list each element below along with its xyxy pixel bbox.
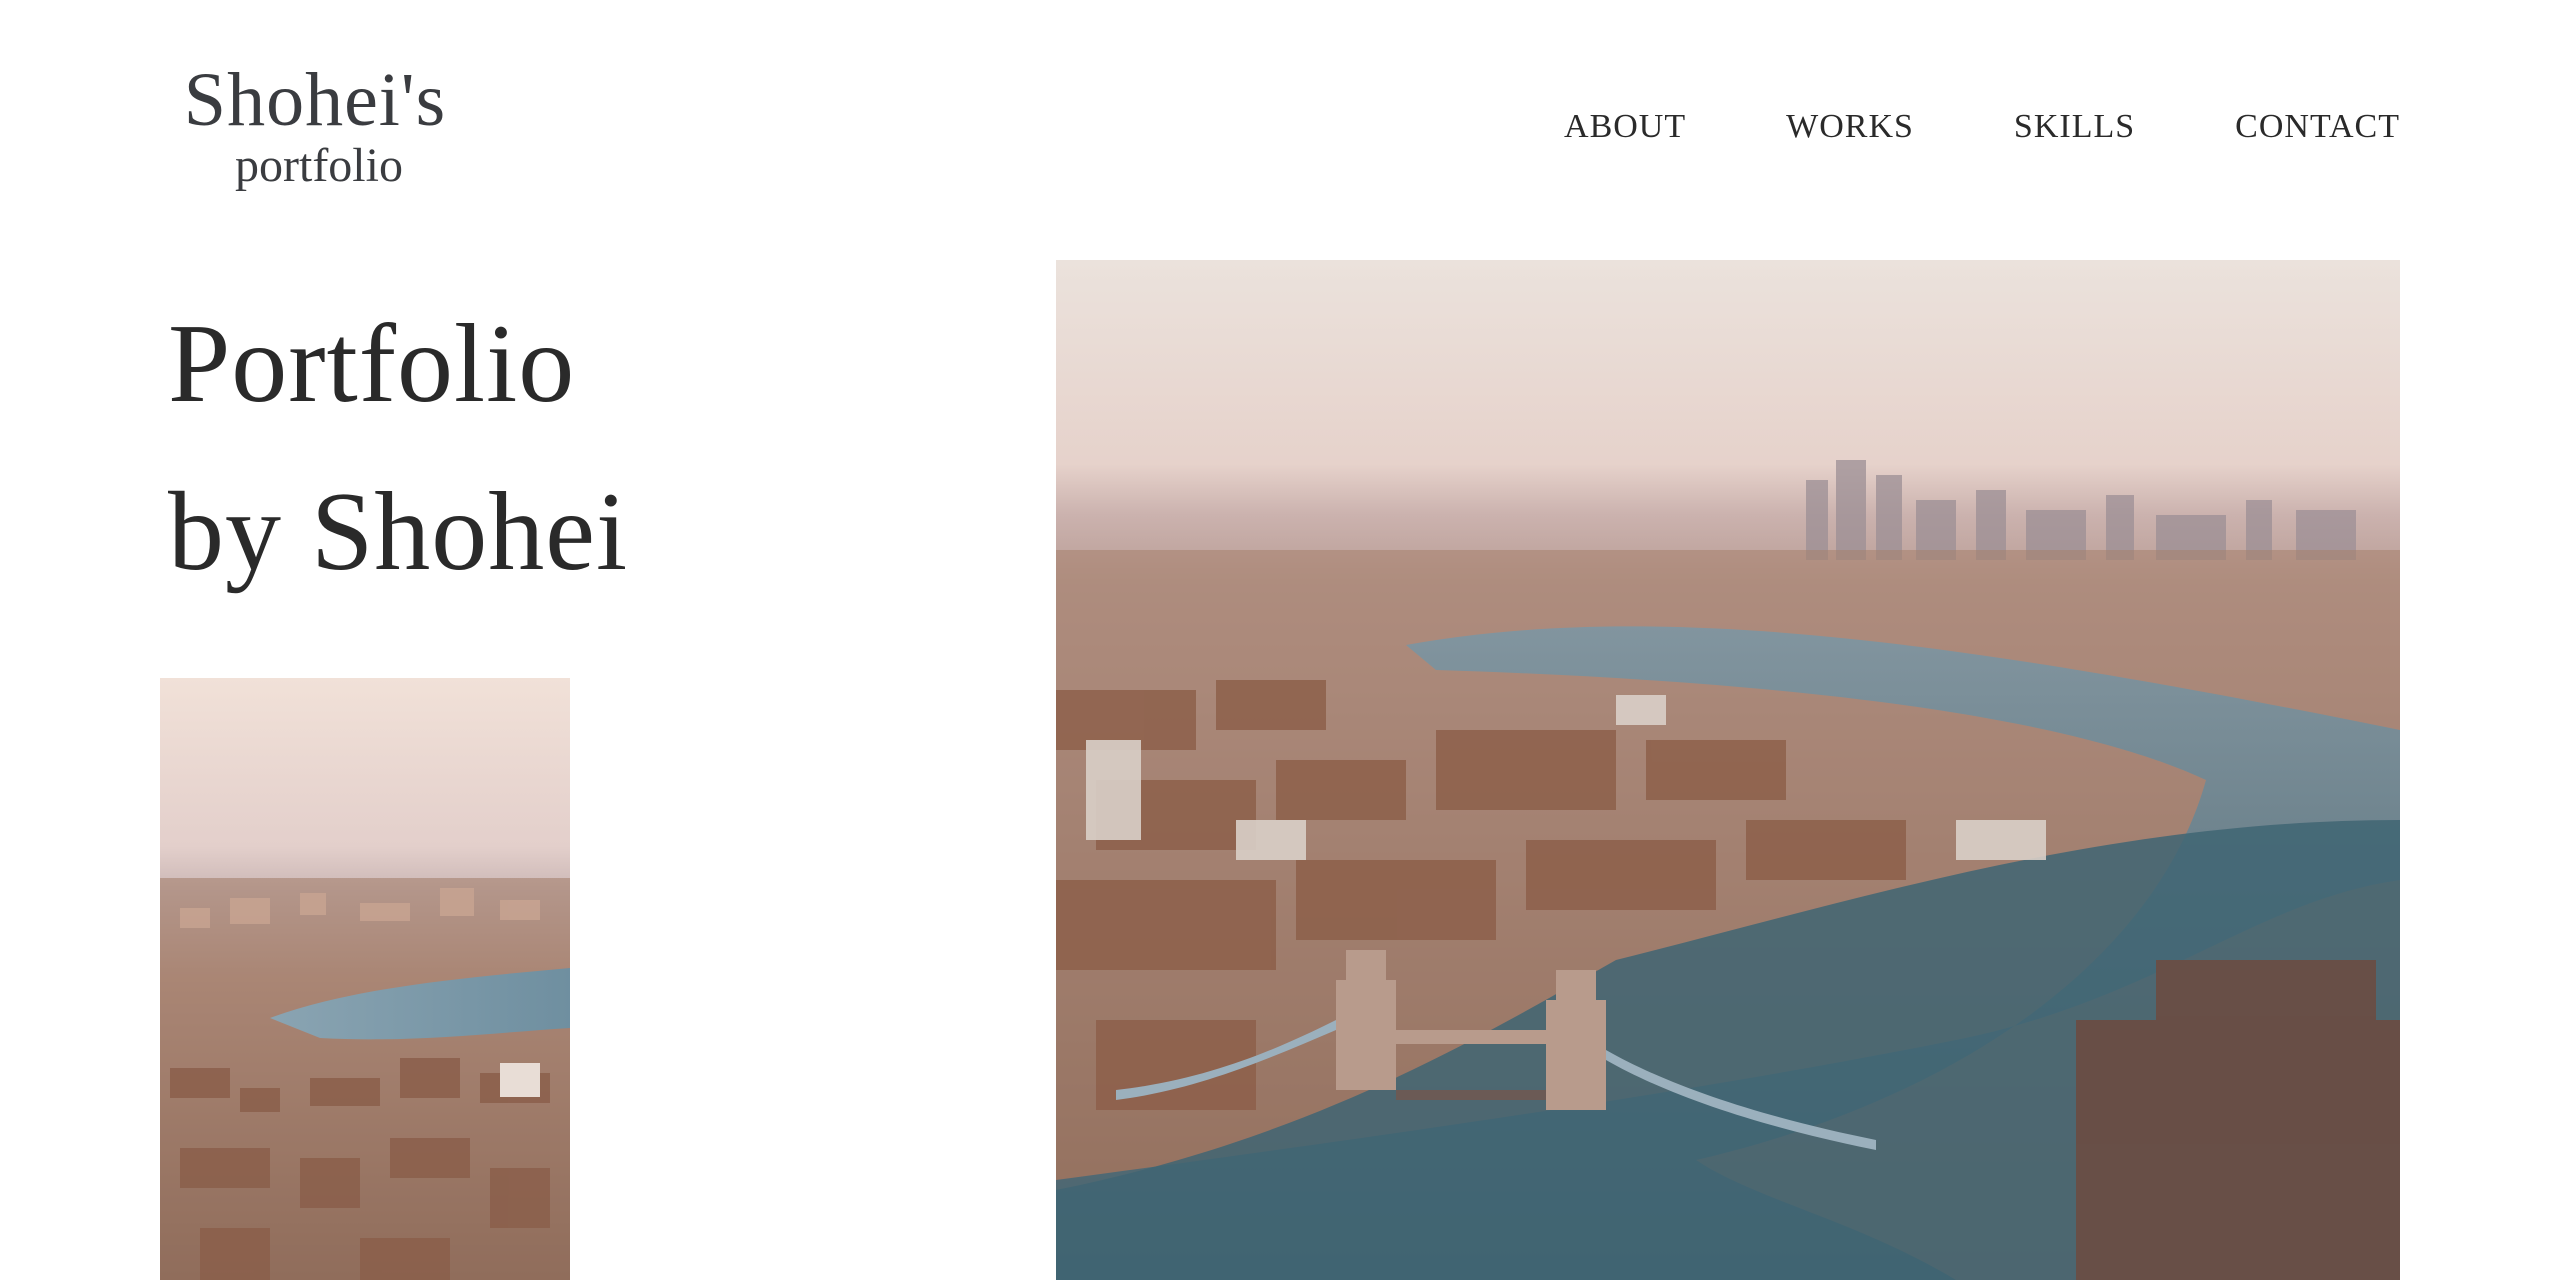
main-nav: ABOUT WORKS SKILLS CONTACT <box>1464 108 2400 146</box>
city-photo-large <box>1056 260 2400 1280</box>
hero-title-line-2: by Shohei <box>168 470 629 594</box>
hero-image-large <box>1056 260 2400 1280</box>
logo-subtitle: portfolio <box>235 139 403 192</box>
nav-contact[interactable]: CONTACT <box>2235 108 2400 146</box>
hero-title: Portfolio by Shohei <box>168 280 628 616</box>
nav-about[interactable]: ABOUT <box>1564 108 1686 146</box>
site-logo[interactable]: Shohei's portfolio <box>160 62 470 190</box>
city-photo-small <box>160 678 570 1280</box>
nav-skills[interactable]: SKILLS <box>2014 108 2135 146</box>
nav-works[interactable]: WORKS <box>1786 108 1914 146</box>
hero-image-small <box>160 678 570 1280</box>
logo-title: Shohei's <box>183 58 447 142</box>
hero-title-line-1: Portfolio <box>168 302 576 426</box>
